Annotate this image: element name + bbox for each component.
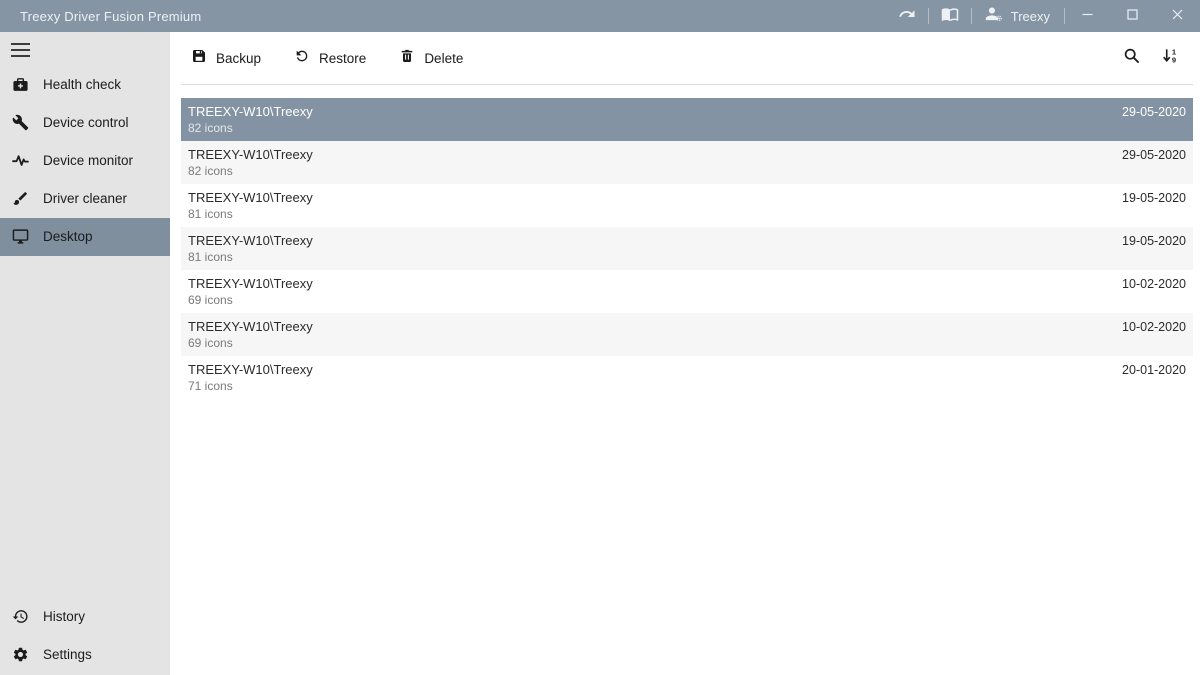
row-title: TREEXY-W10\Treexy (188, 270, 1186, 292)
floppy-save-icon (191, 48, 207, 69)
row-subtitle: 69 icons (188, 336, 1186, 351)
sidebar: Health check Device control Device monit… (0, 32, 170, 675)
list-row[interactable]: TREEXY-W10\Treexy 69 icons 10-02-2020 (181, 313, 1193, 356)
list-row[interactable]: TREEXY-W10\Treexy 71 icons 20-01-2020 (181, 356, 1193, 399)
title-bar: Treexy Driver Fusion Premium Treexy (0, 0, 1200, 32)
list-row[interactable]: TREEXY-W10\Treexy 81 icons 19-05-2020 (181, 227, 1193, 270)
search-icon (1123, 47, 1140, 69)
maximize-button[interactable] (1110, 0, 1155, 32)
minimize-icon (1082, 7, 1093, 25)
backup-list: TREEXY-W10\Treexy 82 icons 29-05-2020 TR… (181, 98, 1193, 399)
main-content: Backup Restore Delet (170, 32, 1200, 675)
list-row[interactable]: TREEXY-W10\Treexy 82 icons 29-05-2020 (181, 141, 1193, 184)
row-title: TREEXY-W10\Treexy (188, 356, 1186, 378)
row-date: 19-05-2020 (1122, 190, 1186, 206)
menu-toggle-button[interactable] (0, 32, 33, 66)
svg-text:9: 9 (1172, 56, 1176, 64)
undo-restore-icon (294, 48, 310, 69)
maximize-icon (1127, 7, 1138, 25)
brush-icon (12, 190, 29, 207)
restore-button[interactable]: Restore (294, 48, 366, 69)
share-button[interactable] (886, 0, 928, 32)
row-subtitle: 82 icons (188, 164, 1186, 179)
sidebar-item-history[interactable]: History (0, 597, 170, 635)
row-subtitle: 71 icons (188, 379, 1186, 394)
row-title: TREEXY-W10\Treexy (188, 98, 1186, 120)
row-title: TREEXY-W10\Treexy (188, 184, 1186, 206)
window-title: Treexy Driver Fusion Premium (20, 9, 201, 24)
row-date: 10-02-2020 (1122, 276, 1186, 292)
account-button[interactable]: Treexy (972, 0, 1064, 32)
close-icon (1172, 7, 1183, 25)
hamburger-icon (11, 43, 33, 57)
row-title: TREEXY-W10\Treexy (188, 227, 1186, 249)
sidebar-item-driver-cleaner[interactable]: Driver cleaner (0, 180, 170, 218)
pulse-icon (12, 152, 29, 169)
row-subtitle: 81 icons (188, 207, 1186, 222)
list-row[interactable]: TREEXY-W10\Treexy 82 icons 29-05-2020 (181, 98, 1193, 141)
app-window: Treexy Driver Fusion Premium Treexy (0, 0, 1200, 675)
news-button[interactable] (929, 0, 971, 32)
wrench-icon (12, 114, 29, 131)
sort-numeric-icon: 1 9 (1162, 47, 1179, 69)
toolbar: Backup Restore Delet (170, 32, 1200, 84)
sidebar-item-label: Settings (43, 647, 92, 662)
row-subtitle: 69 icons (188, 293, 1186, 308)
user-gear-icon (984, 5, 1004, 28)
gear-icon (12, 646, 29, 663)
sidebar-item-settings[interactable]: Settings (0, 635, 170, 673)
sidebar-item-label: Device control (43, 115, 129, 130)
row-date: 10-02-2020 (1122, 319, 1186, 335)
row-date: 29-05-2020 (1122, 104, 1186, 120)
backup-label: Backup (216, 51, 261, 66)
share-icon (898, 5, 916, 28)
delete-label: Delete (424, 51, 463, 66)
sidebar-item-label: Desktop (43, 229, 93, 244)
backup-button[interactable]: Backup (191, 48, 261, 69)
row-title: TREEXY-W10\Treexy (188, 141, 1186, 163)
row-date: 29-05-2020 (1122, 147, 1186, 163)
search-button[interactable] (1123, 47, 1140, 69)
row-subtitle: 81 icons (188, 250, 1186, 265)
row-date: 20-01-2020 (1122, 362, 1186, 378)
sort-button[interactable]: 1 9 (1162, 47, 1179, 69)
monitor-icon (12, 228, 29, 245)
sidebar-item-label: Driver cleaner (43, 191, 127, 206)
sidebar-item-label: History (43, 609, 85, 624)
delete-button[interactable]: Delete (399, 48, 463, 69)
sidebar-item-device-control[interactable]: Device control (0, 104, 170, 142)
row-date: 19-05-2020 (1122, 233, 1186, 249)
sidebar-item-health-check[interactable]: Health check (0, 66, 170, 104)
health-kit-icon (12, 76, 29, 93)
close-button[interactable] (1155, 0, 1200, 32)
account-name: Treexy (1011, 9, 1050, 24)
sidebar-item-desktop[interactable]: Desktop (0, 218, 170, 256)
list-row[interactable]: TREEXY-W10\Treexy 81 icons 19-05-2020 (181, 184, 1193, 227)
history-icon (12, 608, 29, 625)
sidebar-item-label: Health check (43, 77, 121, 92)
row-subtitle: 82 icons (188, 121, 1186, 136)
minimize-button[interactable] (1065, 0, 1110, 32)
trash-icon (399, 48, 415, 69)
restore-label: Restore (319, 51, 366, 66)
sidebar-item-device-monitor[interactable]: Device monitor (0, 142, 170, 180)
book-icon (941, 5, 959, 28)
sidebar-bottom: History Settings (0, 597, 170, 673)
list-row[interactable]: TREEXY-W10\Treexy 69 icons 10-02-2020 (181, 270, 1193, 313)
sidebar-item-label: Device monitor (43, 153, 133, 168)
row-title: TREEXY-W10\Treexy (188, 313, 1186, 335)
toolbar-divider (181, 84, 1193, 85)
